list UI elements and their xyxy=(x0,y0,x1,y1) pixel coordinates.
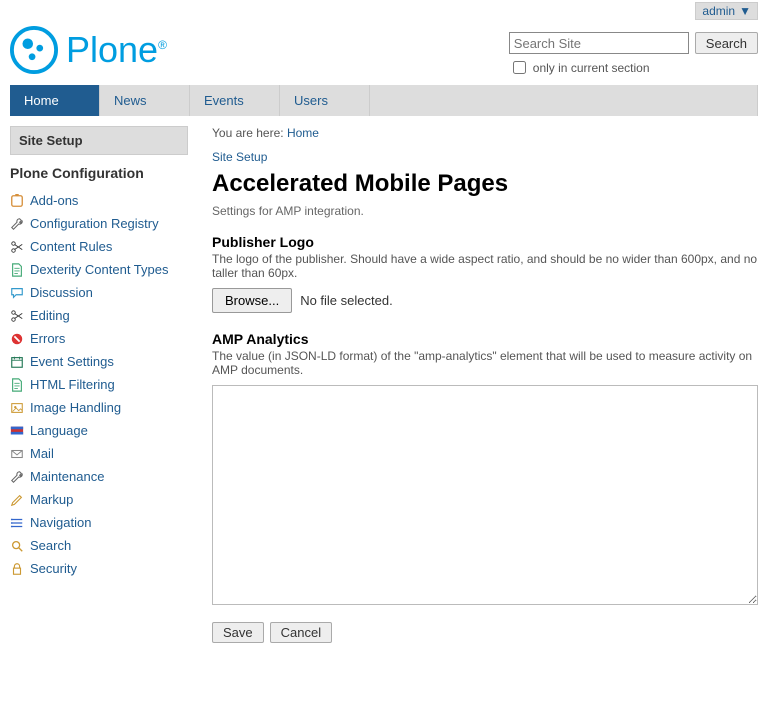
only-in-section-checkbox[interactable] xyxy=(513,61,526,74)
sidebar-item-label: Language xyxy=(30,423,88,438)
sidebar-item-label: Dexterity Content Types xyxy=(30,262,169,277)
only-in-section-text: only in current section xyxy=(533,61,650,75)
sidebar-item-language[interactable]: Language xyxy=(10,419,188,442)
sidebar-item-add-ons[interactable]: Add-ons xyxy=(10,189,188,212)
user-menu[interactable]: admin ▼ xyxy=(695,2,758,20)
sidebar-item-html-filtering[interactable]: HTML Filtering xyxy=(10,373,188,396)
sidebar-item-discussion[interactable]: Discussion xyxy=(10,281,188,304)
sidebar-item-security[interactable]: Security xyxy=(10,557,188,580)
sidebar-item-label: Content Rules xyxy=(30,239,112,254)
breadcrumb: You are here: Home xyxy=(212,126,758,140)
sidebar-item-navigation[interactable]: Navigation xyxy=(10,511,188,534)
tab-events[interactable]: Events xyxy=(190,85,280,116)
sidebar-item-label: Security xyxy=(30,561,77,576)
tab-users[interactable]: Users xyxy=(280,85,370,116)
logo[interactable]: Plone® xyxy=(10,26,167,74)
sidebar-section-title: Plone Configuration xyxy=(10,165,188,181)
breadcrumb-home[interactable]: Home xyxy=(287,126,319,140)
sidebar-item-editing[interactable]: Editing xyxy=(10,304,188,327)
error-icon xyxy=(10,332,24,346)
sidebar-item-content-rules[interactable]: Content Rules xyxy=(10,235,188,258)
publisher-logo-label: Publisher Logo xyxy=(212,234,758,250)
file-status: No file selected. xyxy=(300,293,393,308)
sidebar-item-event-settings[interactable]: Event Settings xyxy=(10,350,188,373)
back-to-site-setup[interactable]: Site Setup xyxy=(212,150,758,164)
page-subtitle: Settings for AMP integration. xyxy=(212,204,758,218)
publisher-logo-help: The logo of the publisher. Should have a… xyxy=(212,252,758,280)
pencil-icon xyxy=(10,493,24,507)
logo-text: Plone xyxy=(66,29,158,70)
sidebar-item-label: Search xyxy=(30,538,71,553)
sidebar-item-label: Navigation xyxy=(30,515,91,530)
user-name: admin xyxy=(702,4,735,18)
lock-icon xyxy=(10,562,24,576)
registered-icon: ® xyxy=(158,38,167,52)
scissors-icon xyxy=(10,240,24,254)
save-button[interactable]: Save xyxy=(212,622,264,643)
tab-spacer xyxy=(370,85,758,116)
sidebar-item-maintenance[interactable]: Maintenance xyxy=(10,465,188,488)
search-icon xyxy=(10,539,24,553)
mail-icon xyxy=(10,447,24,461)
sidebar-item-errors[interactable]: Errors xyxy=(10,327,188,350)
tab-home[interactable]: Home xyxy=(10,85,100,116)
sidebar-item-dexterity-content-types[interactable]: Dexterity Content Types xyxy=(10,258,188,281)
only-in-section-label[interactable]: only in current section xyxy=(509,58,758,77)
sidebar-item-search[interactable]: Search xyxy=(10,534,188,557)
puzzle-icon xyxy=(10,194,24,208)
sidebar-item-label: Discussion xyxy=(30,285,93,300)
breadcrumb-prefix: You are here: xyxy=(212,126,284,140)
sidebar-item-markup[interactable]: Markup xyxy=(10,488,188,511)
wrench-icon xyxy=(10,470,24,484)
sidebar-item-label: Editing xyxy=(30,308,70,323)
sidebar-item-label: Maintenance xyxy=(30,469,104,484)
browse-button[interactable]: Browse... xyxy=(212,288,292,313)
sidebar-item-label: Image Handling xyxy=(30,400,121,415)
sidebar-item-label: Mail xyxy=(30,446,54,461)
calendar-icon xyxy=(10,355,24,369)
search-input[interactable] xyxy=(509,32,689,54)
doc-icon xyxy=(10,263,24,277)
plone-logo-icon xyxy=(10,26,58,74)
amp-analytics-textarea[interactable] xyxy=(212,385,758,605)
wrench-icon xyxy=(10,217,24,231)
page-title: Accelerated Mobile Pages xyxy=(212,170,758,198)
dropdown-icon: ▼ xyxy=(739,4,751,18)
sidebar-item-label: Configuration Registry xyxy=(30,216,159,231)
search-button[interactable]: Search xyxy=(695,32,758,54)
sidebar-header: Site Setup xyxy=(10,126,188,155)
image-icon xyxy=(10,401,24,415)
sidebar-item-label: Event Settings xyxy=(30,354,114,369)
cancel-button[interactable]: Cancel xyxy=(270,622,332,643)
sidebar: Site Setup Plone Configuration Add-ons Co… xyxy=(10,126,188,643)
amp-analytics-label: AMP Analytics xyxy=(212,331,758,347)
sidebar-item-label: Errors xyxy=(30,331,65,346)
sidebar-item-label: Markup xyxy=(30,492,73,507)
scissors-icon xyxy=(10,309,24,323)
flag-icon xyxy=(10,424,24,438)
sidebar-item-label: HTML Filtering xyxy=(30,377,115,392)
sidebar-item-image-handling[interactable]: Image Handling xyxy=(10,396,188,419)
sidebar-item-label: Add-ons xyxy=(30,193,78,208)
sidebar-item-configuration-registry[interactable]: Configuration Registry xyxy=(10,212,188,235)
amp-analytics-help: The value (in JSON-LD format) of the "am… xyxy=(212,349,758,377)
comment-icon xyxy=(10,286,24,300)
nav-icon xyxy=(10,516,24,530)
sidebar-item-mail[interactable]: Mail xyxy=(10,442,188,465)
doc-icon xyxy=(10,378,24,392)
tab-news[interactable]: News xyxy=(100,85,190,116)
global-nav: Home News Events Users xyxy=(10,85,758,116)
